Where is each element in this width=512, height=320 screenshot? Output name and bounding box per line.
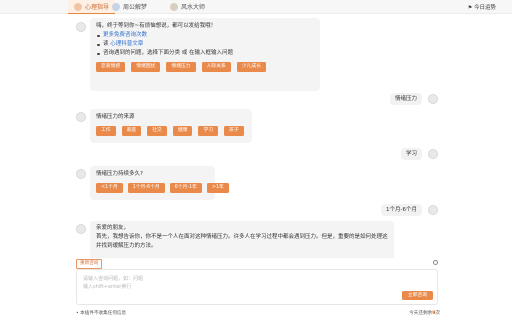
chip-health[interactable]: 健康 [172,126,193,136]
welcome-item: 读 心理科普文章 [96,40,314,49]
today-fortune-label: 今日运势 [473,5,496,11]
chip-child[interactable]: 少儿成长 [236,62,267,72]
user-avatar [428,94,438,104]
question-input[interactable]: 请输入咨询问题，如：问题 输入shift+enter换行 立即咨询 [76,269,438,305]
user-avatar [428,149,438,159]
welcome-bubble: 嗨，终于等到你~有烦恼想说，都可以发给我哦！ 更多免费咨询次数 读 心理科普文章… [90,18,320,91]
chip-social[interactable]: 社交 [147,126,167,136]
heart-icon [74,2,82,11]
compass-icon [170,2,178,11]
answer-line: 首先，我想告诉你，你不是一个人在面对这种情绪压力。许多人在学习过程中都会遇到压力… [96,234,388,240]
chip-love[interactable]: 恋爱情感 [96,62,126,72]
chip-lt-1-month[interactable]: <1个月 [96,183,123,193]
duration-question-bubble: 情绪压力持续多久? <1个月 1个月-6个月 6个月-1年 >1年 [90,166,229,200]
welcome-item: 咨询遇到的问题，选择下面分类 或 在输入框输入问题 [96,49,314,58]
history-clock-icon[interactable] [433,260,438,265]
free-consult-link[interactable]: 更多免费咨询次数 [103,32,147,38]
user-message: 情绪压力 [389,93,422,105]
tab-dream[interactable]: 周公解梦 [112,0,147,13]
privacy-note: • 本插件不收集任何信息 [76,311,127,316]
remaining-count-text: 今天还剩余9次 [409,311,440,316]
articles-link[interactable]: 心理科普文章 [110,41,143,47]
chip-6-12-months[interactable]: 6个月-1年 [169,183,202,193]
answer-line: 亲爱的朋友， [96,225,130,231]
flag-icon: ⚑ [467,5,473,11]
chip-stress[interactable]: 情绪压力 [166,62,196,72]
input-placeholder: 请输入咨询问题，如：问题 输入shift+enter换行 [83,276,144,290]
moon-icon [112,2,120,11]
user-message: 1个月-6个月 [381,204,422,216]
send-button[interactable]: 立即咨询 [401,291,433,300]
bot-avatar [76,224,86,234]
reset-consult-button[interactable]: 重新咨询 [76,259,103,269]
user-message: 学习 [400,148,422,160]
question-text: 情绪压力持续多久? [96,171,143,177]
chip-kids[interactable]: 孩子 [224,126,244,136]
tab-psychology[interactable]: 心理指导 [68,0,116,14]
tab-label: 风水大师 [181,4,206,11]
tab-fengshui[interactable]: 风水大师 [170,0,205,13]
top-nav: 心理指导 周公解梦 风水大师 ⚑ 今日运势 [0,0,512,14]
bot-avatar [76,22,86,32]
tab-label: 周公解梦 [123,4,148,11]
today-fortune-link[interactable]: ⚑ 今日运势 [468,3,496,11]
chip-family[interactable]: 家庭 [121,126,142,136]
chip-study[interactable]: 学习 [198,126,219,136]
chip-gt-1-year[interactable]: >1年 [206,183,229,193]
welcome-item: 更多免费咨询次数 [96,31,314,40]
answer-bubble: 亲爱的朋友， 首先，我想告诉你，你不是一个人在面对这种情绪压力。许多人在学习过程… [90,221,394,258]
chip-work[interactable]: 工作 [96,126,116,136]
chip-1-6-months[interactable]: 1个月-6个月 [127,183,165,193]
bot-avatar [76,112,86,122]
source-question-bubble: 情绪压力的来源 工作 家庭 社交 健康 学习 孩子 [90,109,252,143]
chat-area[interactable]: 嗨，终于等到你~有烦恼想说，都可以发给我哦！ 更多免费咨询次数 读 心理科普文章… [0,14,512,258]
chip-relations[interactable]: 人际关系 [201,62,231,72]
answer-line: 并找到缓解压力的方法。 [96,243,157,249]
welcome-greeting: 嗨，终于等到你~有烦恼想说，都可以发给我哦！ [96,23,217,29]
tab-label: 心理指导 [85,4,110,11]
question-text: 情绪压力的来源 [96,114,135,120]
user-avatar [428,205,438,215]
chip-mood[interactable]: 情绪困扰 [131,62,161,72]
bot-avatar [76,169,86,179]
input-panel: 重新咨询 请输入咨询问题，如：问题 输入shift+enter换行 立即咨询 [74,257,442,307]
